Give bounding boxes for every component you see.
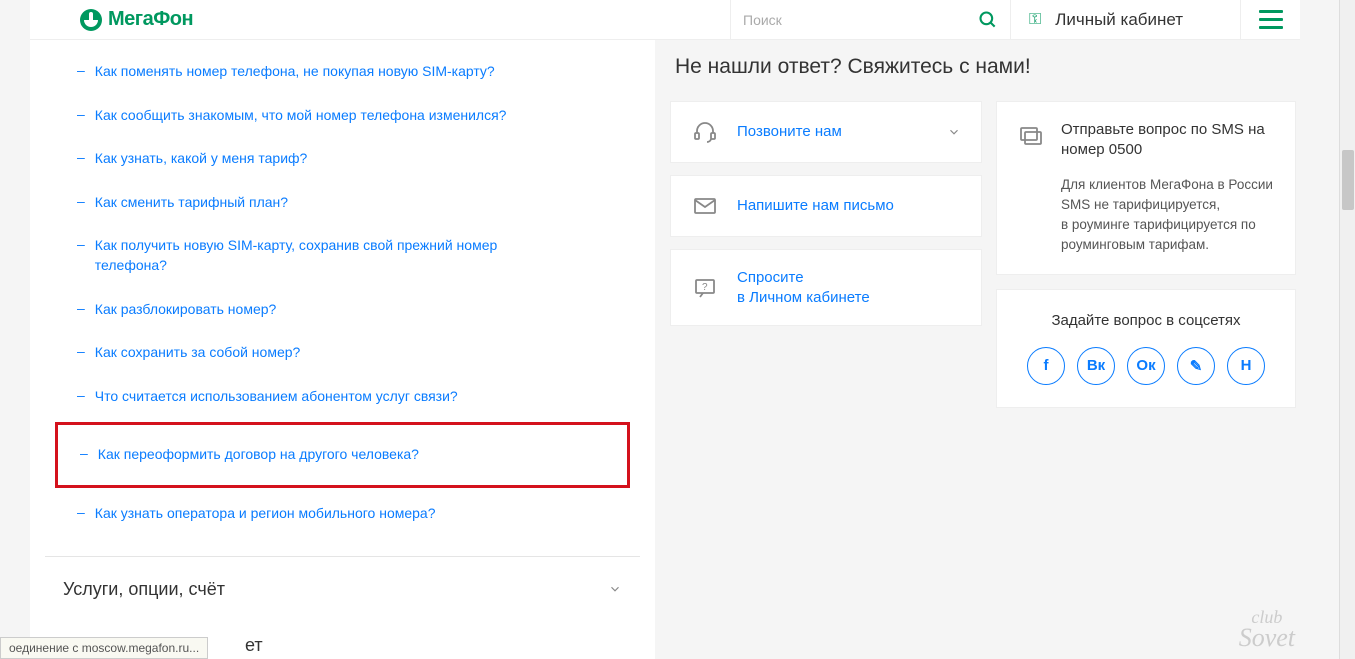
dash-icon: – bbox=[77, 236, 85, 252]
search-box[interactable] bbox=[730, 0, 1010, 39]
social-habr[interactable]: Н bbox=[1227, 347, 1265, 385]
personal-cabinet-link[interactable]: ⚿ Личный кабинет bbox=[1010, 0, 1240, 39]
faq-panel: –Как поменять номер телефона, не покупая… bbox=[30, 40, 655, 659]
dash-icon: – bbox=[77, 149, 85, 165]
contact-call[interactable]: Позвоните нам bbox=[670, 101, 982, 163]
accordion-services[interactable]: Услуги, опции, счёт bbox=[45, 556, 640, 622]
scrollbar[interactable] bbox=[1339, 0, 1355, 659]
accordion-title: Услуги, опции, счёт bbox=[63, 579, 225, 600]
faq-item[interactable]: –Как сообщить знакомым, что мой номер те… bbox=[45, 94, 640, 138]
key-icon: ⚿ bbox=[1029, 11, 1041, 29]
social-row: f Вк Ок ✎ Н bbox=[1017, 347, 1275, 385]
faq-item[interactable]: –Как переоформить договор на другого чел… bbox=[55, 422, 630, 488]
browser-statusbar: оединение с moscow.megafon.ru... bbox=[0, 637, 208, 659]
aside-title: Не нашли ответ? Свяжитесь с нами! bbox=[670, 55, 1298, 79]
sms-card: Отправьте вопрос по SMS на номер 0500 Дл… bbox=[996, 101, 1296, 275]
cabinet-label: Личный кабинет bbox=[1055, 10, 1183, 30]
contact-ask-label: Спросите в Личном кабинете bbox=[737, 268, 961, 307]
social-facebook[interactable]: f bbox=[1027, 347, 1065, 385]
dash-icon: – bbox=[77, 343, 85, 359]
chat-question-icon: ? bbox=[691, 276, 719, 300]
faq-link[interactable]: Как разблокировать номер? bbox=[95, 300, 277, 320]
faq-item[interactable]: –Как сохранить за собой номер? bbox=[45, 331, 640, 375]
dash-icon: – bbox=[77, 387, 85, 403]
social-vkontakte[interactable]: Вк bbox=[1077, 347, 1115, 385]
faq-link[interactable]: Как сменить тарифный план? bbox=[95, 193, 288, 213]
brand-logo[interactable]: МегаФон bbox=[80, 8, 193, 31]
svg-text:?: ? bbox=[702, 282, 708, 293]
accordion-next-partial: ет bbox=[245, 635, 263, 656]
faq-item[interactable]: –Как узнать оператора и регион мобильног… bbox=[45, 492, 640, 536]
sms-title: Отправьте вопрос по SMS на номер 0500 bbox=[1061, 120, 1275, 161]
dash-icon: – bbox=[77, 193, 85, 209]
scroll-thumb[interactable] bbox=[1342, 150, 1354, 210]
contact-write-label: Напишите нам письмо bbox=[737, 196, 961, 216]
contact-call-label: Позвоните нам bbox=[737, 122, 929, 142]
faq-link[interactable]: Как сообщить знакомым, что мой номер тел… bbox=[95, 106, 507, 126]
faq-item[interactable]: –Как узнать, какой у меня тариф? bbox=[45, 137, 640, 181]
header: МегаФон ⚿ Личный кабинет bbox=[30, 0, 1300, 40]
faq-link[interactable]: Как получить новую SIM-карту, сохранив с… bbox=[95, 236, 555, 275]
faq-item[interactable]: –Как поменять номер телефона, не покупая… bbox=[45, 50, 640, 94]
search-icon[interactable] bbox=[978, 10, 998, 30]
faq-item[interactable]: –Как получить новую SIM-карту, сохранив … bbox=[45, 224, 640, 287]
chevron-down-icon bbox=[947, 125, 961, 139]
logo-icon bbox=[80, 9, 102, 31]
dash-icon: – bbox=[80, 445, 88, 461]
chevron-down-icon bbox=[608, 582, 622, 596]
faq-link[interactable]: Как узнать, какой у меня тариф? bbox=[95, 149, 308, 169]
contact-ask-cabinet[interactable]: ? Спросите в Личном кабинете bbox=[670, 249, 982, 326]
faq-item[interactable]: –Что считается использованием абонентом … bbox=[45, 375, 640, 419]
search-input[interactable] bbox=[743, 12, 978, 28]
faq-item[interactable]: –Как разблокировать номер? bbox=[45, 288, 640, 332]
headset-icon bbox=[691, 120, 719, 144]
menu-button[interactable] bbox=[1240, 0, 1300, 39]
sms-body: Для клиентов МегаФона в России SMS не та… bbox=[1061, 175, 1275, 256]
dash-icon: – bbox=[77, 300, 85, 316]
faq-link[interactable]: Что считается использованием абонентом у… bbox=[95, 387, 458, 407]
faq-list: –Как поменять номер телефона, не покупая… bbox=[45, 40, 640, 556]
social-livejournal[interactable]: ✎ bbox=[1177, 347, 1215, 385]
social-card: Задайте вопрос в соцсетях f Вк Ок ✎ Н bbox=[996, 289, 1296, 408]
watermark: club Sovet bbox=[1239, 609, 1295, 649]
brand-name: МегаФон bbox=[108, 8, 193, 31]
dash-icon: – bbox=[77, 106, 85, 122]
faq-link[interactable]: Как переоформить договор на другого чело… bbox=[98, 445, 419, 465]
dash-icon: – bbox=[77, 62, 85, 78]
social-odnoklassniki[interactable]: Ок bbox=[1127, 347, 1165, 385]
faq-item[interactable]: –Как сменить тарифный план? bbox=[45, 181, 640, 225]
faq-link[interactable]: Как поменять номер телефона, не покупая … bbox=[95, 62, 495, 82]
social-title: Задайте вопрос в соцсетях bbox=[1017, 312, 1275, 329]
envelope-icon bbox=[691, 194, 719, 218]
faq-link[interactable]: Как сохранить за собой номер? bbox=[95, 343, 301, 363]
sms-icon bbox=[1017, 124, 1045, 148]
dash-icon: – bbox=[77, 504, 85, 520]
contact-write[interactable]: Напишите нам письмо bbox=[670, 175, 982, 237]
faq-link[interactable]: Как узнать оператора и регион мобильного… bbox=[95, 504, 436, 524]
contact-aside: Не нашли ответ? Свяжитесь с нами! Позвон… bbox=[670, 55, 1298, 408]
